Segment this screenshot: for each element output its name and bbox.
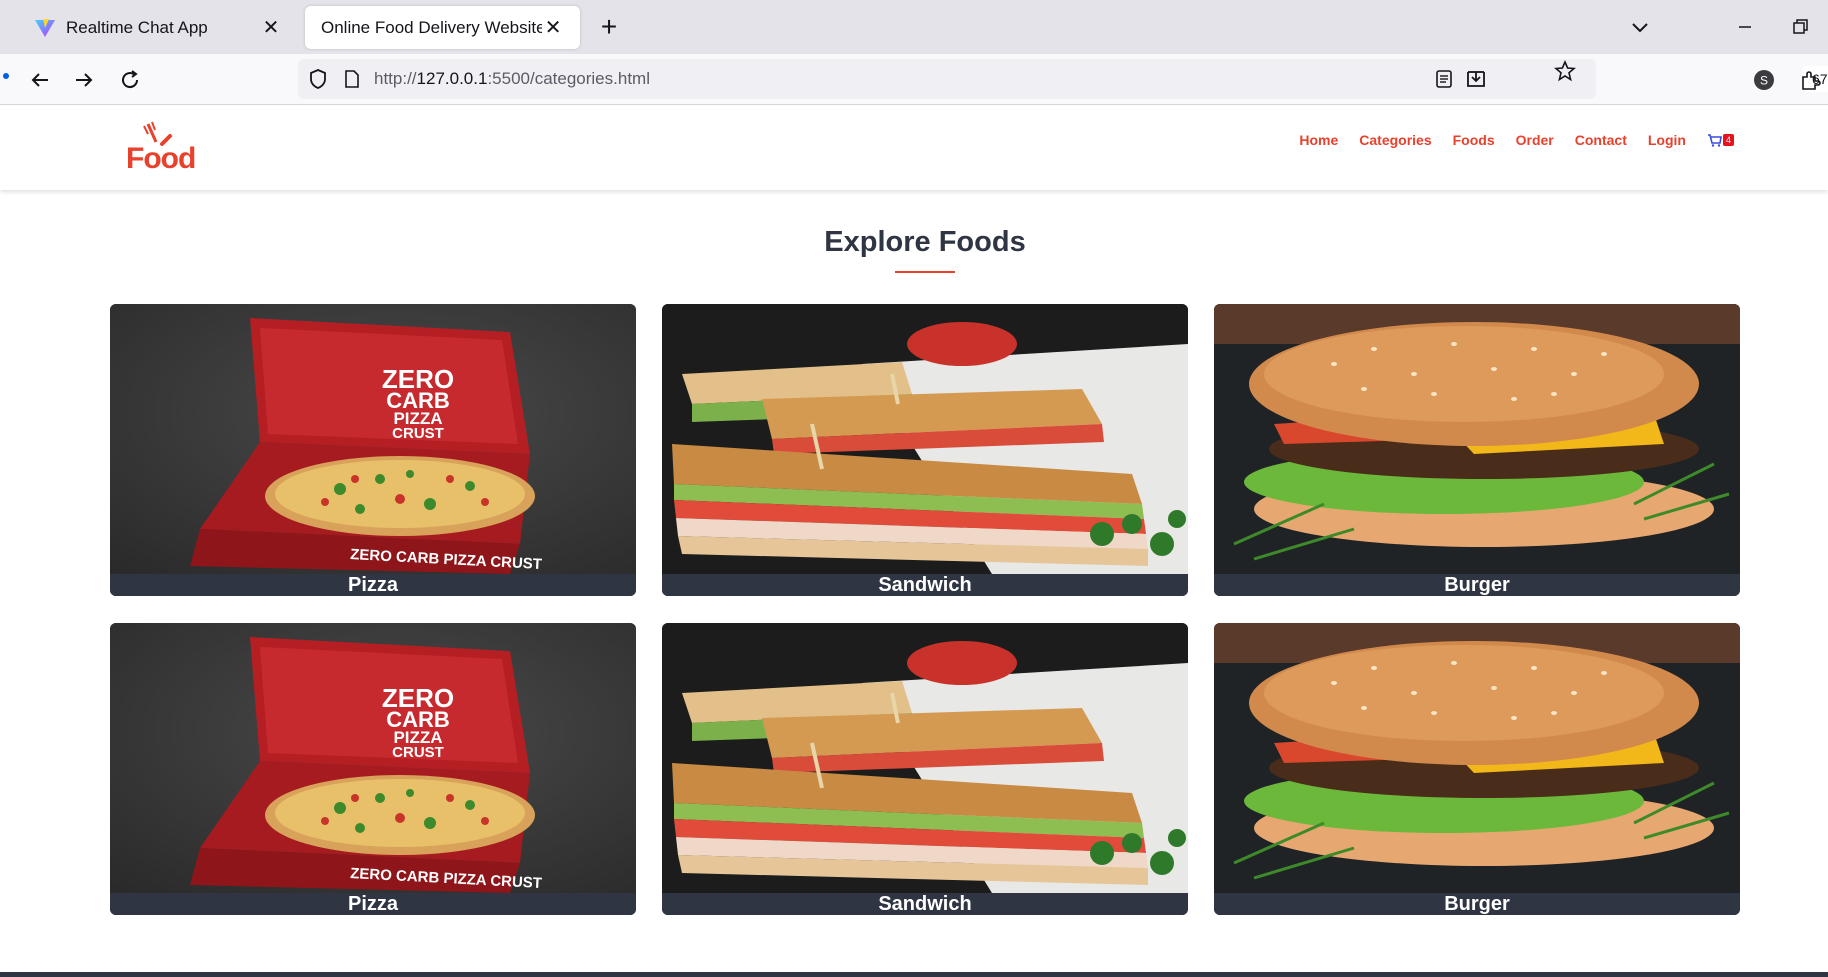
footer-strip xyxy=(0,972,1828,977)
minimize-icon[interactable] xyxy=(1730,12,1760,42)
nav-foods-link[interactable]: Foods xyxy=(1453,132,1495,148)
pizza-lid-text: ZERO CARB PIZZA CRUST xyxy=(382,364,454,442)
account-avatar-icon[interactable]: S xyxy=(1750,66,1778,94)
pizza-image: ZERO CARB PIZZA CRUST ZERO CARB PIZZA CR… xyxy=(110,304,636,574)
category-card-pizza[interactable]: ZERO CARB PIZZA CRUST ZERO CARB PIZZA CR… xyxy=(110,623,636,915)
category-caption: Sandwich xyxy=(662,893,1188,915)
close-tab-icon[interactable]: ✕ xyxy=(542,15,564,40)
tab-label: Online Food Delivery Website xyxy=(321,17,543,37)
category-card-sandwich[interactable]: Sandwich xyxy=(662,623,1188,915)
nav-order-link[interactable]: Order xyxy=(1516,132,1554,148)
sidebar-edge-icon[interactable] xyxy=(0,66,20,94)
nav-login-link[interactable]: Login xyxy=(1648,132,1686,148)
burger-image xyxy=(1214,304,1740,574)
category-card-pizza[interactable]: ZERO CARB PIZZA CRUST ZERO CARB PIZZA CR… xyxy=(110,304,636,596)
browser-toolbar: http://127.0.0.1:5500/categories.html 67… xyxy=(0,54,1828,105)
restore-icon[interactable] xyxy=(1785,12,1815,42)
svg-text:S: S xyxy=(1760,74,1768,88)
vite-favicon-icon xyxy=(35,18,55,37)
reload-icon[interactable] xyxy=(116,66,144,94)
cart-count-badge: 4 xyxy=(1722,134,1734,146)
save-to-pocket-icon[interactable] xyxy=(1464,67,1488,91)
back-arrow-icon[interactable] xyxy=(26,66,54,94)
category-card-burger[interactable]: Burger xyxy=(1214,304,1740,596)
category-caption: Sandwich xyxy=(662,574,1188,596)
section-title: Explore Foods xyxy=(824,226,1026,258)
shield-icon[interactable] xyxy=(306,67,330,91)
page-info-icon[interactable] xyxy=(340,67,364,91)
title-underline xyxy=(895,271,955,273)
food-logo[interactable]: Food xyxy=(124,120,204,180)
pizza-lid-text: ZERO CARB PIZZA CRUST xyxy=(382,683,454,761)
tab-food-delivery[interactable]: Online Food Delivery Website ✕ xyxy=(305,6,580,49)
browser-tab-bar: Realtime Chat App ✕ Online Food Delivery… xyxy=(0,0,1828,54)
bookmark-star-icon[interactable] xyxy=(1553,59,1577,83)
cart-button[interactable]: 4 xyxy=(1707,133,1734,147)
logo-text: Food xyxy=(126,142,196,175)
close-tab-icon[interactable]: ✕ xyxy=(260,15,282,40)
site-header: Food Home Categories Foods Order Contact… xyxy=(0,106,1828,190)
category-card-burger[interactable]: Burger xyxy=(1214,623,1740,915)
burger-image xyxy=(1214,623,1740,893)
category-caption: Burger xyxy=(1214,893,1740,915)
pizza-image: ZERO CARB PIZZA CRUST ZERO CARB PIZZA CR… xyxy=(110,623,636,893)
nav-contact-link[interactable]: Contact xyxy=(1575,132,1627,148)
category-caption: Pizza xyxy=(110,574,636,596)
sandwich-image xyxy=(662,304,1188,574)
tab-realtime-chat[interactable]: Realtime Chat App ✕ xyxy=(18,6,298,49)
sandwich-image xyxy=(662,623,1188,893)
new-tab-icon[interactable]: + xyxy=(594,12,624,42)
category-caption: Burger xyxy=(1214,574,1740,596)
nav-home-link[interactable]: Home xyxy=(1299,132,1338,148)
chevron-down-icon[interactable] xyxy=(1625,12,1655,42)
tab-label: Realtime Chat App xyxy=(66,17,208,37)
reader-view-icon[interactable] xyxy=(1432,67,1456,91)
category-caption: Pizza xyxy=(110,893,636,915)
forward-arrow-icon[interactable] xyxy=(70,66,98,94)
address-bar[interactable]: http://127.0.0.1:5500/categories.html 67… xyxy=(298,59,1828,99)
category-card-sandwich[interactable]: Sandwich xyxy=(662,304,1188,596)
svg-text:CRUST: CRUST xyxy=(392,744,444,761)
extensions-puzzle-icon[interactable] xyxy=(1796,66,1824,94)
svg-text:CRUST: CRUST xyxy=(392,425,444,442)
cart-icon xyxy=(1707,133,1722,147)
nav-categories-link[interactable]: Categories xyxy=(1359,132,1431,148)
main-nav: Home Categories Foods Order Contact Logi… xyxy=(1278,132,1734,148)
url-text[interactable]: http://127.0.0.1:5500/categories.html xyxy=(374,69,650,89)
